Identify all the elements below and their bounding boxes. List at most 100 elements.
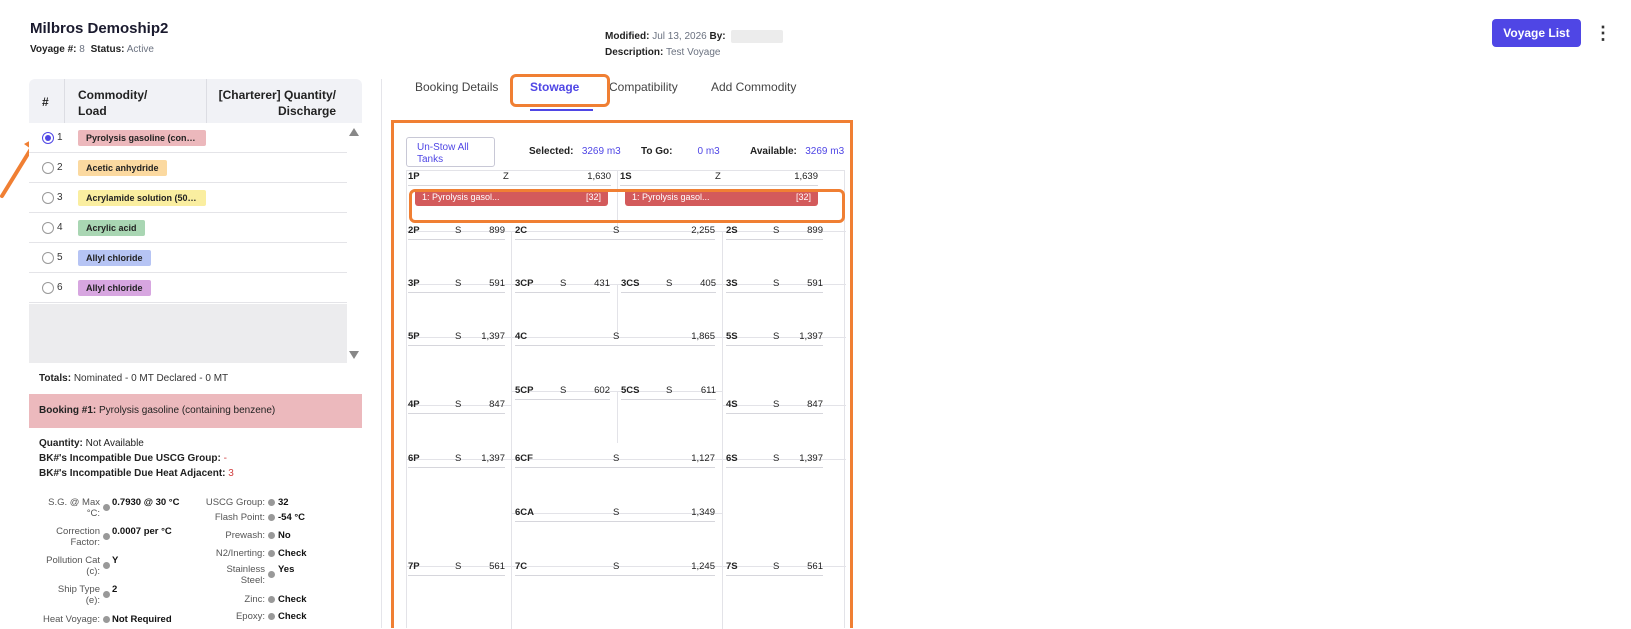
tank-capacity: 602 — [594, 385, 610, 396]
property-dot-icon — [103, 562, 110, 569]
property-label: USCG Group: — [205, 497, 265, 508]
property-value: Yes — [278, 564, 295, 575]
scroll-down-icon[interactable] — [349, 351, 359, 359]
row-radio[interactable] — [42, 132, 54, 144]
tab-highlight — [510, 74, 610, 107]
property-value: 2 — [112, 584, 118, 595]
tank-capacity: 1,245 — [691, 561, 715, 572]
tank-name: 4P — [408, 399, 420, 410]
tab-compatibility[interactable]: Compatibility — [609, 80, 678, 94]
commodity-chip[interactable]: Acrylic acid — [78, 220, 145, 236]
tank-type: S — [560, 278, 567, 289]
tank-5p[interactable]: 5P S 1,397 — [408, 331, 505, 347]
scroll-up-icon[interactable] — [349, 128, 359, 136]
commodity-chip[interactable]: Allyl chloride — [78, 280, 151, 296]
tank-5s[interactable]: 5S S 1,397 — [726, 331, 823, 347]
tank-capacity: 847 — [807, 399, 823, 410]
tank-type: S — [613, 507, 620, 518]
tank-3p[interactable]: 3P S 591 — [408, 278, 505, 294]
tank-5cs[interactable]: 5CS S 611 — [621, 385, 716, 401]
tank-capacity: 611 — [700, 385, 716, 396]
tank-type: S — [773, 331, 780, 342]
tank-2c[interactable]: 2C S 2,255 — [515, 225, 715, 241]
tank-3cp[interactable]: 3CP S 431 — [515, 278, 610, 294]
tank-capacity: 591 — [489, 278, 505, 289]
row-radio[interactable] — [42, 252, 54, 264]
grid-line — [511, 231, 512, 629]
tank-6s[interactable]: 6S S 1,397 — [726, 453, 823, 469]
tank-name: 2S — [726, 225, 738, 236]
tank-1p[interactable]: 1P Z 1,630 — [408, 171, 611, 187]
available-stat: Available: 3269 m3 — [750, 146, 845, 157]
commodity-row[interactable]: 4 Acrylic acid — [29, 213, 347, 243]
property-label: Heat Voyage: — [42, 614, 100, 625]
tank-4s[interactable]: 4S S 847 — [726, 399, 823, 415]
tank-name: 5S — [726, 331, 738, 342]
tank-4p[interactable]: 4P S 847 — [408, 399, 505, 415]
grid-line — [617, 391, 618, 443]
tank-7p[interactable]: 7P S 561 — [408, 561, 505, 577]
unstow-all-tanks-button[interactable]: Un-Stow All Tanks — [406, 137, 495, 167]
tank-3s[interactable]: 3S S 591 — [726, 278, 823, 294]
tank-6cf[interactable]: 6CF S 1,127 — [515, 453, 715, 469]
tank-name: 3CS — [621, 278, 640, 289]
tank-1s[interactable]: 1S Z 1,639 — [620, 171, 818, 187]
tank-2p[interactable]: 2P S 899 — [408, 225, 505, 241]
commodity-row[interactable]: 6 Allyl chloride — [29, 273, 347, 303]
tank-2s[interactable]: 2S S 899 — [726, 225, 823, 241]
commodity-table-header: # Commodity/Load [Charterer] Quantity/Di… — [29, 79, 362, 123]
tank-capacity: 1,397 — [481, 331, 505, 342]
commodity-row[interactable]: 1 Pyrolysis gasoline (containi... — [29, 123, 347, 153]
commodity-row[interactable]: 5 Allyl chloride — [29, 243, 347, 273]
tank-capacity: 591 — [807, 278, 823, 289]
property-value: 32 — [278, 497, 289, 508]
tank-type: S — [666, 278, 673, 289]
tank-type: S — [773, 453, 780, 464]
tank-name: 7C — [515, 561, 528, 572]
tank-5cp[interactable]: 5CP S 602 — [515, 385, 610, 401]
commodity-row[interactable]: 2 Acetic anhydride — [29, 153, 347, 183]
commodity-chip[interactable]: Allyl chloride — [78, 250, 151, 266]
tank-name: 5CP — [515, 385, 534, 396]
voyage-modification-info: Modified: Jul 13, 2026 By: Description: … — [605, 29, 784, 61]
commodity-chip[interactable]: Acetic anhydride — [78, 160, 167, 176]
property-value: No — [278, 530, 291, 541]
property-value: 0.0007 per °C — [112, 526, 172, 537]
commodity-chip[interactable]: Acrylamide solution (50% o... — [78, 190, 206, 206]
tank-type: S — [455, 225, 462, 236]
tank-6p[interactable]: 6P S 1,397 — [408, 453, 505, 469]
property-dot-icon — [103, 533, 110, 540]
booking-label: Booking #1: — [39, 405, 97, 416]
tab-add-commodity[interactable]: Add Commodity — [711, 80, 796, 94]
property-value: Y — [112, 555, 119, 566]
voyage-list-button[interactable]: Voyage List — [1492, 19, 1581, 47]
booking-banner: Booking #1: Pyrolysis gasoline (containi… — [29, 394, 362, 428]
column-quantity: [Charterer] Quantity/Discharge — [218, 88, 336, 118]
commodity-row[interactable]: 3 Acrylamide solution (50% o... — [29, 183, 347, 213]
tank-3cs[interactable]: 3CS S 405 — [621, 278, 716, 294]
row-radio[interactable] — [42, 222, 54, 234]
commodity-chip[interactable]: Pyrolysis gasoline (containi... — [78, 130, 206, 146]
property-dot-icon — [103, 504, 110, 511]
tank-capacity: 431 — [594, 278, 610, 289]
tank-6ca[interactable]: 6CA S 1,349 — [515, 507, 715, 523]
commodity-properties: S.G. @ Max °C: 0.7930 @ 30 °C Correction Fac… — [0, 0, 1631, 625]
property-value: Check — [278, 594, 307, 605]
tank-name: 5P — [408, 331, 420, 342]
tank-4c[interactable]: 4C S 1,865 — [515, 331, 715, 347]
tank-capacity: 1,865 — [691, 331, 715, 342]
tab-booking-details[interactable]: Booking Details — [415, 80, 498, 94]
tank-7s[interactable]: 7S S 561 — [726, 561, 823, 577]
property-dot-icon — [268, 499, 275, 506]
tank-type: S — [773, 278, 780, 289]
row-radio[interactable] — [42, 282, 54, 294]
row-radio[interactable] — [42, 162, 54, 174]
tank-capacity: 561 — [807, 561, 823, 572]
row-radio[interactable] — [42, 192, 54, 204]
to-go-stat: To Go: 0 m3 — [641, 146, 720, 157]
tank-name: 7S — [726, 561, 738, 572]
kebab-menu-icon[interactable]: ⋮ — [1594, 22, 1612, 44]
tank-7c[interactable]: 7C S 1,245 — [515, 561, 715, 577]
scrollbar[interactable] — [347, 123, 362, 363]
by-label: By: — [709, 31, 726, 42]
